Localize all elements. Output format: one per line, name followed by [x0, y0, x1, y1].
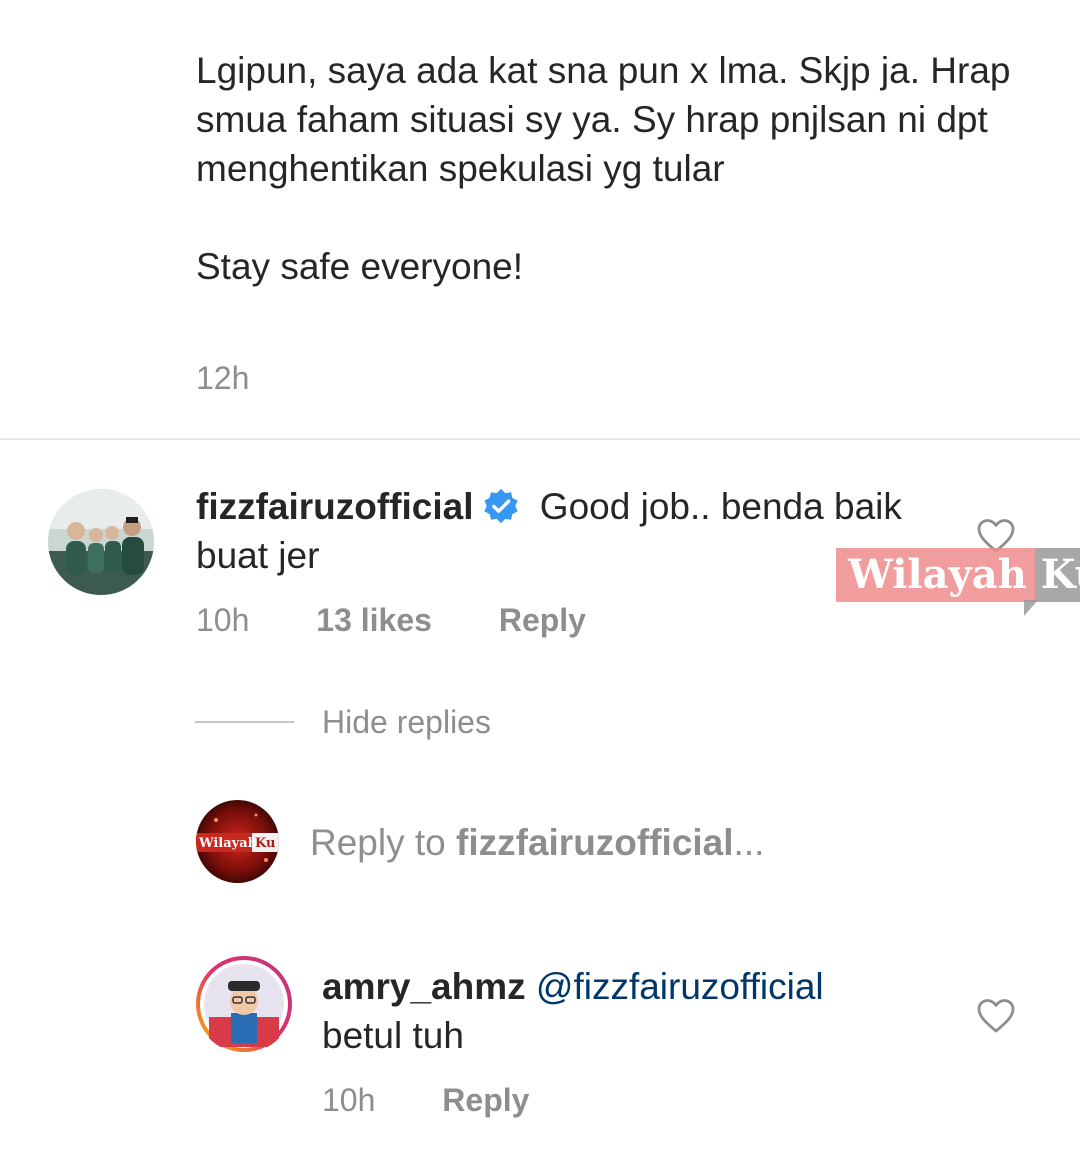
reply-comment-body: amry_ahmz @fizzfairuzofficial betul tuh [322, 962, 942, 1060]
verified-badge-icon [483, 488, 518, 524]
reply-input[interactable]: Reply to fizzfairuzofficial... [310, 822, 764, 864]
reply-comment-meta: 10h Reply [322, 1082, 529, 1119]
reply-suffix: ... [733, 822, 765, 863]
comment-meta: 10h 13 likes Reply [196, 602, 586, 639]
reply-comment-reply-button[interactable]: Reply [442, 1082, 529, 1119]
reply-comment-text: betul tuh [322, 1015, 464, 1056]
likes-count[interactable]: 13 likes [316, 602, 432, 639]
avatar-text-right: Ku [255, 836, 275, 851]
hide-replies-line [195, 721, 294, 723]
watermark-tail [1024, 600, 1038, 616]
watermark: Wilayah Ku [836, 548, 1080, 602]
hide-replies-button[interactable]: Hide replies [322, 704, 491, 741]
reply-comment-username[interactable]: amry_ahmz [322, 966, 526, 1007]
heart-icon[interactable] [977, 998, 1015, 1034]
section-divider [0, 438, 1080, 440]
reply-comment-timestamp: 10h [322, 1082, 376, 1118]
watermark-right: Ku [1034, 548, 1080, 602]
comment-username[interactable]: fizzfairuzofficial [196, 486, 474, 527]
comment-body: fizzfairuzofficial Good job.. benda baik… [196, 482, 936, 580]
reply-button[interactable]: Reply [499, 602, 586, 639]
avatar-amry_ahmz[interactable] [195, 955, 293, 1053]
avatar-text-left: Wilayah [198, 836, 258, 851]
reply-prefix: Reply to [310, 822, 457, 863]
comment-timestamp: 10h [196, 602, 250, 638]
avatar-fizzfairuzofficial[interactable] [48, 489, 154, 595]
caption-timestamp: 12h [196, 360, 250, 396]
current-user-avatar: Wilayah Ku [196, 800, 279, 883]
caption-text: Lgipun, saya ada kat sna pun x lma. Skjp… [196, 50, 1011, 287]
reply-target: fizzfairuzofficial [456, 822, 734, 863]
watermark-left: Wilayah [836, 548, 1035, 602]
reply-comment-mention[interactable]: @fizzfairuzofficial [536, 966, 824, 1007]
